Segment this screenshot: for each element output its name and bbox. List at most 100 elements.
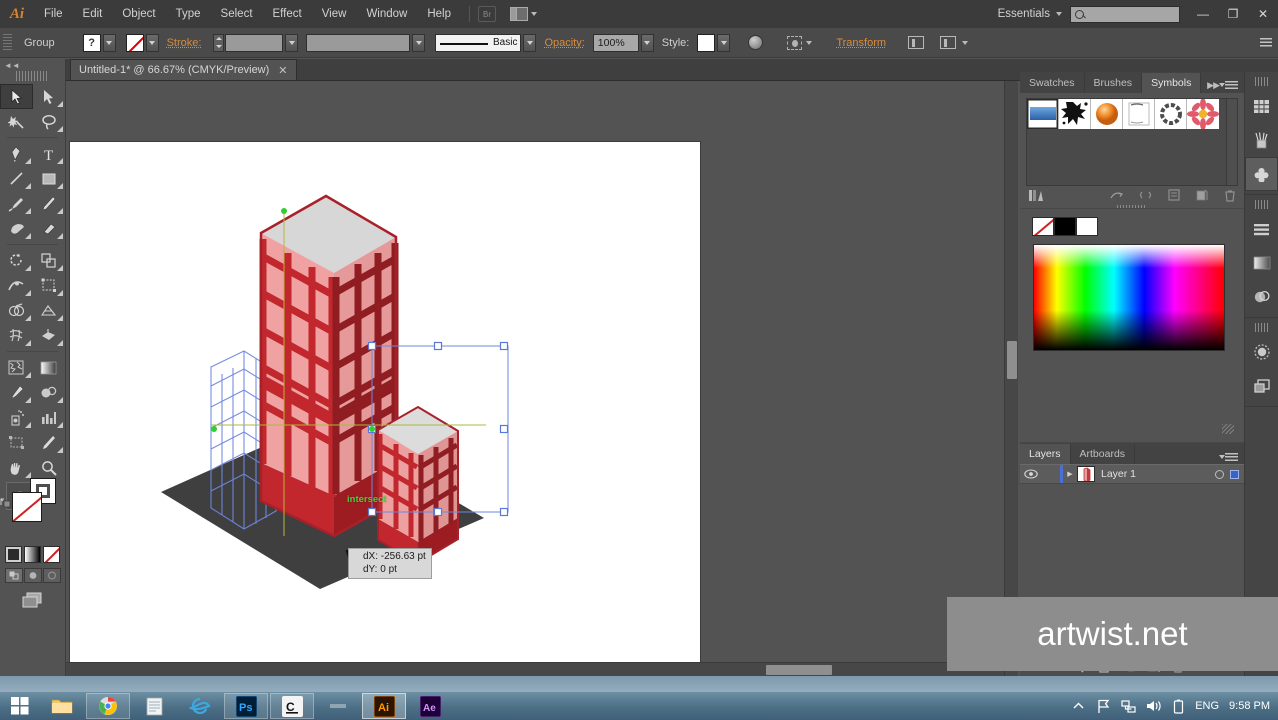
opacity-dropdown-arrow[interactable]: [640, 33, 654, 52]
menu-help[interactable]: Help: [417, 0, 461, 28]
recolor-artwork-icon[interactable]: [748, 35, 764, 50]
swap-fill-stroke-icon[interactable]: [0, 496, 12, 508]
canvas-vertical-scrollbar[interactable]: [1004, 81, 1018, 676]
stroke-swatch-none[interactable]: [125, 33, 144, 52]
fill-color-swatch[interactable]: [12, 492, 42, 522]
draw-behind-icon[interactable]: [23, 568, 42, 583]
file-explorer-icon[interactable]: [40, 693, 84, 719]
gradient-tool[interactable]: [33, 355, 66, 380]
symbols-rail-icon[interactable]: [1245, 157, 1278, 191]
document-tab-close-icon[interactable]: ✕: [278, 64, 287, 77]
symbol-scroll[interactable]: [1123, 99, 1155, 129]
blend-tool[interactable]: [33, 380, 66, 405]
language-indicator[interactable]: ENG: [1195, 700, 1219, 712]
layers-panel-menu-icon[interactable]: [1219, 453, 1238, 462]
isolate-selected-object-icon[interactable]: [908, 36, 925, 49]
rotate-tool[interactable]: [0, 248, 33, 273]
camtasia-icon[interactable]: C: [270, 693, 314, 719]
start-button[interactable]: [0, 692, 40, 720]
battery-icon[interactable]: [1170, 698, 1187, 715]
color-spectrum[interactable]: [1033, 244, 1225, 351]
color-button[interactable]: [5, 546, 22, 563]
shape-builder-tool[interactable]: [0, 298, 33, 323]
eyedropper-tool[interactable]: [0, 380, 33, 405]
blob-brush-tool[interactable]: [0, 216, 33, 241]
transparency-rail-icon[interactable]: [1245, 280, 1278, 314]
notepad-icon[interactable]: [132, 693, 176, 719]
transform-button[interactable]: Transform: [828, 37, 894, 49]
layer-target-icon[interactable]: [1215, 469, 1224, 479]
brush-dropdown-arrow[interactable]: [523, 33, 537, 52]
symbol-libraries-icon[interactable]: [1028, 189, 1044, 202]
workspace-chevron-down-icon[interactable]: [1056, 12, 1062, 16]
column-graph-tool[interactable]: [33, 405, 66, 430]
draw-inside-icon[interactable]: [42, 568, 61, 583]
network-icon[interactable]: [1120, 698, 1137, 715]
menu-edit[interactable]: Edit: [73, 0, 113, 28]
opacity-field[interactable]: 100%: [592, 33, 639, 52]
change-screen-mode-button[interactable]: [0, 591, 65, 609]
more-options-chevron-icon[interactable]: [962, 40, 969, 45]
width-tool[interactable]: [0, 273, 33, 298]
stroke-dropdown-arrow[interactable]: [145, 33, 159, 52]
break-link-icon[interactable]: [1139, 189, 1152, 201]
color-black-swatch[interactable]: [1054, 217, 1076, 236]
close-button[interactable]: ✕: [1248, 3, 1278, 25]
live-paint-bucket-tool[interactable]: [0, 355, 33, 380]
menu-window[interactable]: Window: [356, 0, 417, 28]
layer-name[interactable]: Layer 1: [1101, 468, 1215, 480]
tab-artboards[interactable]: Artboards: [1070, 444, 1136, 464]
layer-visibility-icon[interactable]: [1020, 469, 1042, 479]
none-button[interactable]: [43, 546, 60, 563]
search-input[interactable]: [1070, 5, 1180, 23]
dock-rail-grip-2[interactable]: [1255, 200, 1268, 209]
place-symbol-instance-icon[interactable]: [1110, 189, 1123, 201]
line-segment-tool[interactable]: [0, 166, 33, 191]
volume-icon[interactable]: [1145, 698, 1162, 715]
google-chrome-icon[interactable]: [86, 693, 130, 719]
stroke-label[interactable]: Stroke:: [159, 37, 210, 49]
symbol-blue-gradient[interactable]: [1027, 99, 1059, 129]
panel-options-menu-icon[interactable]: [1219, 81, 1238, 90]
layer-selection-indicator[interactable]: [1230, 469, 1239, 479]
tab-layers[interactable]: Layers: [1020, 444, 1071, 464]
toolbar-grip[interactable]: [16, 71, 49, 81]
stroke-weight-field[interactable]: [225, 33, 284, 52]
collapse-panel-icon[interactable]: ▶▶: [1207, 80, 1220, 91]
draw-normal-icon[interactable]: [4, 568, 23, 583]
mesh-tool[interactable]: [0, 323, 33, 348]
appearance-rail-icon[interactable]: [1245, 335, 1278, 369]
symbol-red-flower[interactable]: [1187, 99, 1219, 129]
brushes-rail-icon[interactable]: [1245, 123, 1278, 157]
symbols-scrollbar[interactable]: [1226, 99, 1237, 185]
menu-view[interactable]: View: [312, 0, 357, 28]
gradient-button[interactable]: [24, 546, 41, 563]
menu-object[interactable]: Object: [112, 0, 165, 28]
graphic-style-swatch[interactable]: [697, 33, 716, 52]
photoshop-icon[interactable]: Ps: [224, 693, 268, 719]
align-rail-icon[interactable]: [1245, 212, 1278, 246]
menu-select[interactable]: Select: [211, 0, 263, 28]
clock[interactable]: 9:58 PM: [1227, 700, 1270, 712]
panel-menu-icon[interactable]: [1260, 37, 1272, 48]
restore-button[interactable]: ❐: [1218, 3, 1248, 25]
direct-selection-tool[interactable]: [33, 84, 66, 109]
tray-show-hidden-icon[interactable]: [1070, 698, 1087, 715]
scale-tool[interactable]: [33, 248, 66, 273]
layers-rail-icon[interactable]: [1245, 369, 1278, 403]
clipping-mask-icon[interactable]: [940, 36, 957, 49]
symbol-sprayer-tool[interactable]: [0, 405, 33, 430]
symbols-grid[interactable]: [1026, 98, 1238, 186]
brush-definition-field[interactable]: Basic: [435, 33, 522, 52]
menu-effect[interactable]: Effect: [263, 0, 312, 28]
pen-tool[interactable]: [0, 141, 33, 166]
slice-tool[interactable]: [33, 430, 66, 455]
stroke-weight-stepper[interactable]: [213, 33, 225, 52]
perspective-grid-tool[interactable]: [33, 298, 66, 323]
hand-tool[interactable]: [0, 455, 33, 480]
layer-row[interactable]: ▶ Layer 1: [1020, 464, 1244, 484]
tab-swatches[interactable]: Swatches: [1020, 73, 1085, 93]
paintbrush-tool[interactable]: [0, 191, 33, 216]
after-effects-icon[interactable]: Ae: [408, 693, 452, 719]
unknown-app-icon[interactable]: [316, 693, 360, 719]
